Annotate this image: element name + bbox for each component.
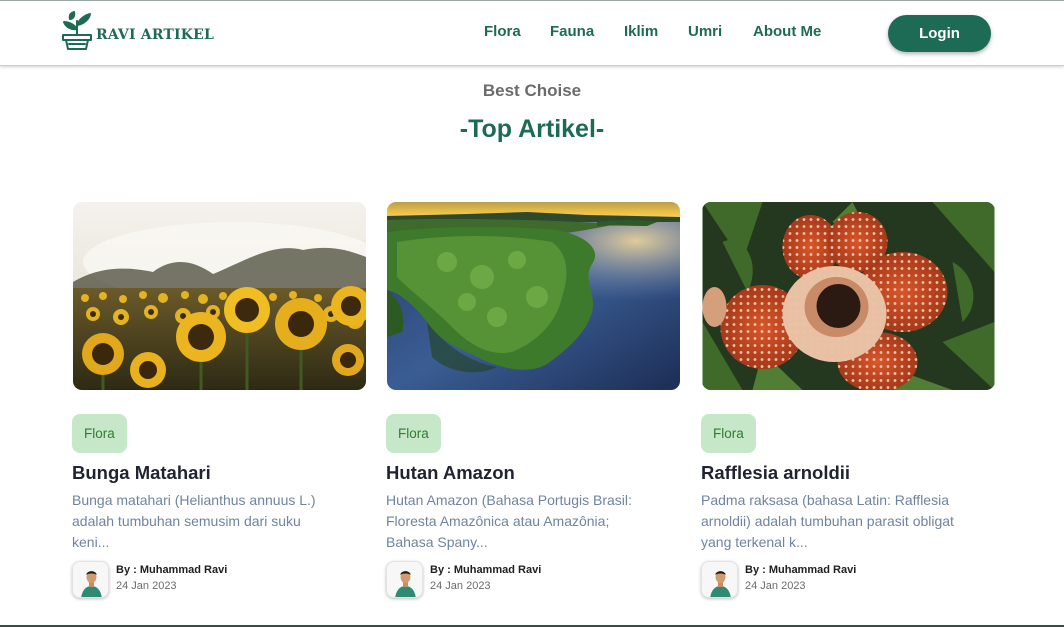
avatar [72,561,109,598]
section-title: -Top Artikel- [459,115,605,143]
author-name: By : Muhammad Ravi [430,564,542,576]
nav-link-about-me[interactable]: About Me [753,23,821,40]
article-excerpt: Padma raksasa (bahasa Latin: Rafflesia a… [701,492,954,550]
author-info: By : Muhammad Ravi 24 Jan 2023 [386,561,646,599]
navbar: RAVI ARTIKEL Flora Fauna Iklim Umri Abou… [0,0,1064,66]
nav-link-iklim[interactable]: Iklim [624,23,658,40]
nav-link-umri[interactable]: Umri [688,23,722,40]
category-tag[interactable]: Flora [386,414,441,453]
rafflesia-flower-photo[interactable] [702,202,995,390]
avatar [701,561,738,598]
avatar [386,561,423,598]
nav-link-fauna[interactable]: Fauna [550,23,594,40]
category-tag[interactable]: Flora [701,414,756,453]
category-tag[interactable]: Flora [72,414,127,453]
author-info: By : Muhammad Ravi 24 Jan 2023 [72,561,332,599]
amazon-forest-aerial-photo[interactable] [387,202,680,390]
article-title[interactable]: Hutan Amazon [386,462,515,484]
article-card[interactable]: Flora Bunga Matahari Bunga matahari (Hel… [72,202,366,602]
publish-date: 24 Jan 2023 [430,580,491,592]
plant-sprout-icon [60,10,94,56]
author-name: By : Muhammad Ravi [745,564,857,576]
publish-date: 24 Jan 2023 [745,580,806,592]
brand-logo[interactable]: RAVI ARTIKEL [60,10,215,56]
article-title[interactable]: Bunga Matahari [72,462,211,484]
author-name: By : Muhammad Ravi [116,564,228,576]
article-title[interactable]: Rafflesia arnoldii [701,462,850,484]
article-excerpt: Bunga matahari (Helianthus annuus L.) ad… [72,492,316,550]
author-info: By : Muhammad Ravi 24 Jan 2023 [701,561,961,599]
nav-link-flora[interactable]: Flora [484,23,521,40]
article-card[interactable]: Flora Rafflesia arnoldii Padma raksasa (… [701,202,995,602]
brand-name: RAVI ARTIKEL [96,27,215,43]
section-subtitle: Best Choise [482,81,582,100]
sunflower-field-photo[interactable] [73,202,366,390]
login-button[interactable]: Login [888,15,991,52]
publish-date: 24 Jan 2023 [116,580,177,592]
article-excerpt: Hutan Amazon (Bahasa Portugis Brasil: Fl… [386,492,632,550]
article-card[interactable]: Flora Hutan Amazon Hutan Amazon (Bahasa … [386,202,680,602]
